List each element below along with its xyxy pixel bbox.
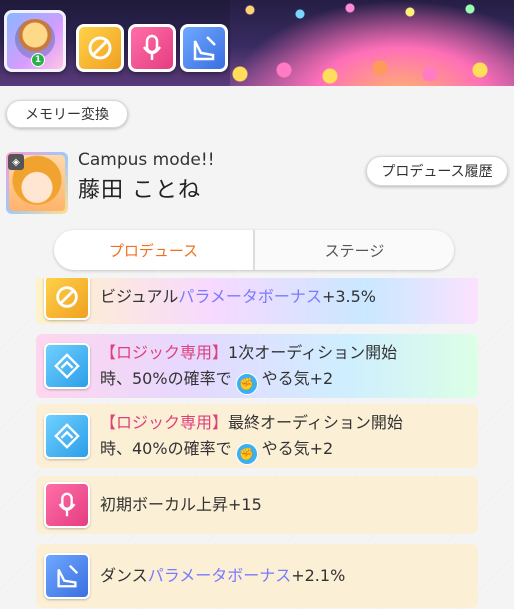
ability-line: 時、40%の確率で [100,439,232,458]
ability-text: ビジュアルパラメータボーナス+3.5% [100,284,470,310]
visual-icon [44,278,90,320]
dance-icon [44,553,90,599]
logic-glyph [54,423,80,449]
ability-text: 【ロジック専用】1次オーディション開始 時、50%の確率で ✊ やる気+2 [100,340,470,395]
shoe-glyph [193,36,216,61]
microphone-glyph [142,34,162,60]
ability-line: 1次オーディション開始 [228,343,398,362]
shoe-glyph [57,564,79,588]
card-count-badge: 1 [31,53,45,67]
ability-effect: やる気+2 [261,369,334,388]
logic-tag: 【ロジック専用】 [100,413,229,432]
produce-mode-label: Campus mode!! [78,150,215,170]
avatar[interactable]: ◈ [6,152,68,214]
list-item: ダンスパラメータボーナス+2.1% [36,544,478,608]
list-item: 【ロジック専用】1次オーディション開始 時、50%の確率で ✊ やる気+2 [36,334,478,398]
dance-icon[interactable] [180,24,228,72]
param-name: ビジュアル [100,287,179,306]
bonus-value: +3.5% [321,287,376,306]
character-name: 藤田 ことね [78,178,201,203]
logic-tag: 【ロジック専用】 [100,343,229,362]
ability-list[interactable]: ビジュアルパラメータボーナス+3.5% 【ロジック専用】1次オーディション開始 … [36,278,478,609]
list-item: 【ロジック専用】最終オーディション開始 時、40%の確率で ✊ やる気+2 [36,404,478,468]
ability-line: 最終オーディション開始 [228,413,403,432]
tab-produce[interactable]: プロデュース [54,230,253,270]
produce-card-icon[interactable]: 1 [4,10,66,72]
tab-stage[interactable]: ステージ [253,230,454,270]
visual-icon[interactable] [76,24,124,72]
produce-mark-icon: ◈ [8,154,24,170]
visual-glyph [88,36,112,60]
microphone-glyph [58,492,76,517]
param-bonus-label: パラメータボーナス [178,287,322,306]
list-item: 初期ボーカル上昇+15 [36,476,478,534]
produce-history-button[interactable]: プロデュース履歴 [366,156,508,186]
header-banner: 1 [0,0,514,86]
ability-line: 時、50%の確率で [100,369,232,388]
memory-convert-button[interactable]: メモリー変換 [6,100,128,128]
ability-text: ダンスパラメータボーナス+2.1% [100,563,470,589]
tab-bar: プロデュース ステージ [54,230,454,270]
motivation-icon: ✊ [235,373,258,395]
bonus-value: +2.1% [291,566,346,585]
param-name: ダンス [100,566,148,585]
list-item: ビジュアルパラメータボーナス+3.5% [36,278,478,324]
logic-glyph [54,353,80,379]
ability-text: 【ロジック専用】最終オーディション開始 時、40%の確率で ✊ やる気+2 [100,410,470,465]
penlight-crowd [220,44,514,86]
motivation-icon: ✊ [235,443,258,465]
logic-icon [44,343,90,389]
vocal-icon[interactable] [128,24,176,72]
ability-text: 初期ボーカル上昇+15 [100,495,262,514]
visual-glyph [56,286,78,308]
ability-effect: やる気+2 [261,439,334,458]
param-bonus-label: パラメータボーナス [147,566,292,585]
logic-icon [44,413,90,459]
vocal-icon [44,482,90,528]
